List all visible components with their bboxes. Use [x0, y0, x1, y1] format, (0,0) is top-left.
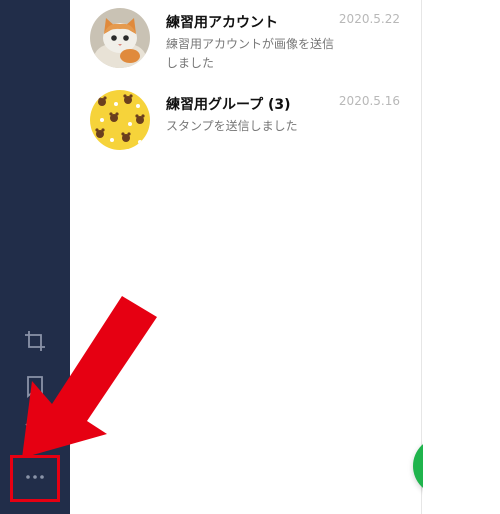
- kitten-avatar: [90, 8, 150, 68]
- line-app-window: 練習用アカウント 練習用アカウントが画像を送信 しました 2020.5.22 練…: [0, 0, 500, 514]
- right-blank-area: [423, 0, 500, 514]
- sidebar: [0, 0, 70, 514]
- chat-date: 2020.5.16: [338, 94, 400, 108]
- chat-name: 練習用グループ (3): [166, 97, 291, 113]
- chat-date: 2020.5.22: [338, 12, 400, 26]
- crop-icon[interactable]: [20, 326, 50, 356]
- chat-preview-line: しました: [166, 56, 215, 70]
- chat-list-item[interactable]: 練習用グループ (3) スタンプを送信しました 2020.5.16: [70, 86, 422, 162]
- chat-preview-line: スタンプを送信しました: [166, 119, 298, 133]
- chat-preview: スタンプを送信しました: [166, 117, 376, 136]
- highlight-box: [10, 455, 60, 502]
- bookmark-icon[interactable]: [20, 372, 50, 402]
- chat-name: 練習用アカウント: [166, 15, 278, 31]
- chat-list-panel: 練習用アカウント 練習用アカウントが画像を送信 しました 2020.5.22 練…: [70, 0, 471, 514]
- chat-preview: 練習用アカウントが画像を送信 しました: [166, 35, 376, 73]
- mute-icon[interactable]: [20, 418, 50, 448]
- chat-list-item[interactable]: 練習用アカウント 練習用アカウントが画像を送信 しました 2020.5.22: [70, 4, 422, 80]
- bear-pattern-avatar: [90, 90, 150, 150]
- chat-preview-line: 練習用アカウントが画像を送信: [166, 37, 335, 51]
